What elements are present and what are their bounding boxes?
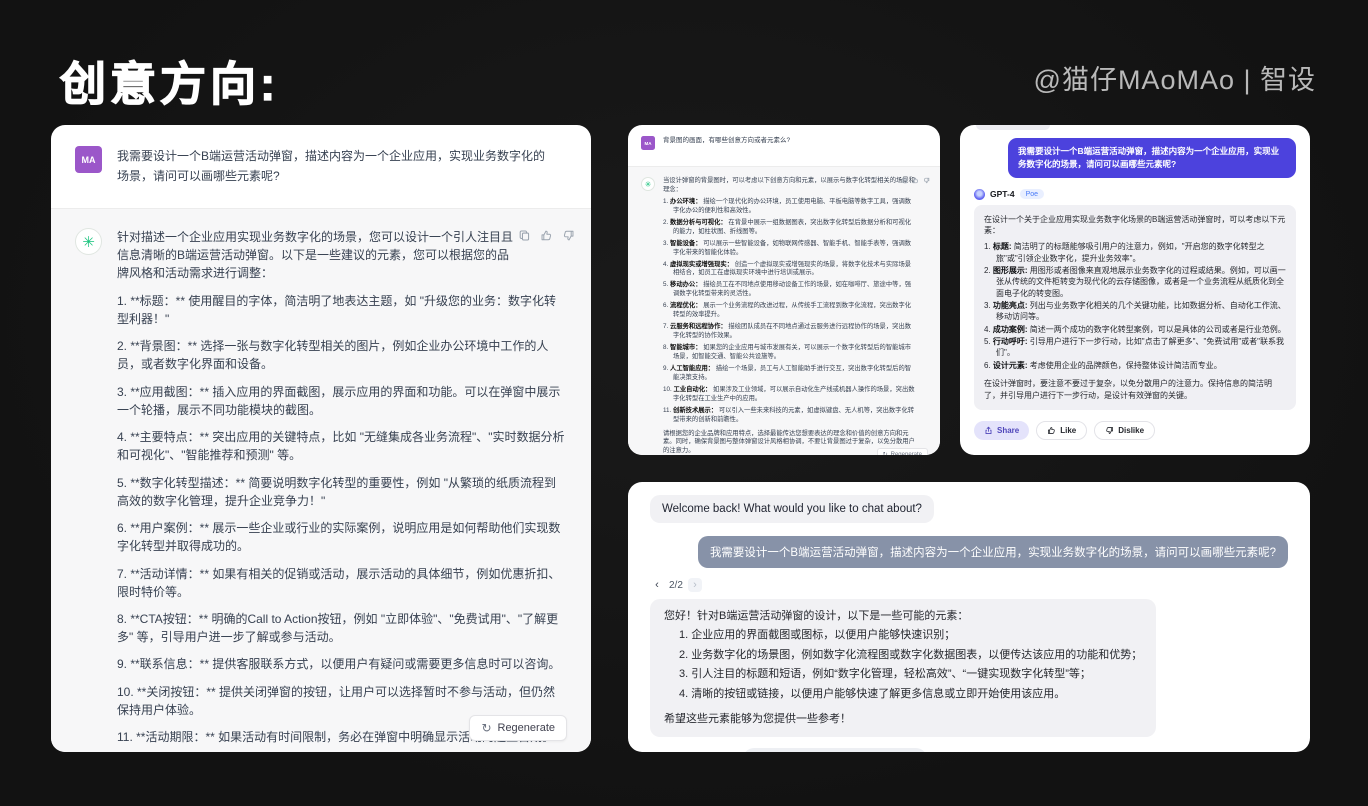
assistant-list-item: 7. 云服务和远程协作： 描绘团队成员在不同地点通过云服务进行远程协作的场景，突… xyxy=(663,323,915,341)
bot-greeting-bubble: Welcome back! What would you like to cha… xyxy=(650,495,934,523)
pagination: ‹ 2/2 › xyxy=(650,578,1288,592)
regenerate-button[interactable]: ↻ Regenerate xyxy=(469,715,567,741)
assistant-intro: 在设计一个关于企业应用实现业务数字化场景的B端运营活动弹窗时，可以考虑以下元素： xyxy=(984,214,1286,237)
user-message-bubble: 我需要设计一个B端运营活动弹窗，描述内容为一个企业应用，实现业务数字化的场景，请… xyxy=(1008,138,1296,178)
assistant-message-bubble: 在设计一个关于企业应用实现业务数字化场景的B端运营活动弹窗时，可以考虑以下元素：… xyxy=(974,205,1296,410)
thumbs-up-icon[interactable] xyxy=(540,229,553,242)
thumbs-down-icon xyxy=(1105,426,1114,435)
message-actions xyxy=(901,177,930,184)
assistant-list-item: 9. **联系信息：** 提供客服联系方式，以便用户有疑问或需要更多信息时可以咨… xyxy=(117,655,567,673)
share-label: Share xyxy=(997,426,1019,435)
refresh-icon: ↻ xyxy=(650,751,661,752)
chatgpt-panel-small: MA 背景图的画面，有哪些创意方向或者元素么? ✳ 当设计弹窗的背景图时，可以考… xyxy=(628,125,940,455)
regenerate-button[interactable]: ↻ Regenerate xyxy=(877,448,928,455)
assistant-list-item: 9. 人工智能应用： 描绘一个场景，员工与人工智能助手进行交互，突出数字化转型后… xyxy=(663,365,915,383)
bot-identity-row: GPT-4 Poe xyxy=(974,189,1296,200)
author-credit: @猫仔MAoMAo | 智设 xyxy=(1034,58,1316,97)
thumbs-up-icon xyxy=(1047,426,1056,435)
bottom-footer: ↻ answer again ⚙ search web and ask GPT-… xyxy=(650,748,1288,752)
assistant-message-row: ✳ 当设计弹窗的背景图时，可以考虑以下创意方向和元素，以展示与数字化转型相关的场… xyxy=(628,166,940,455)
assistant-list-item: 1. **标题：** 使用醒目的字体，简洁明了地表达主题，如 "升级您的业务：数… xyxy=(117,292,567,328)
assistant-list-item: 8. **CTA按钮：** 明确的Call to Action按钮，例如 "立即… xyxy=(117,610,567,646)
prev-page-button[interactable]: ‹ xyxy=(650,578,664,592)
assistant-list-item: 5. **数字化转型描述：** 简要说明数字化转型的重要性，例如 "从繁琐的纸质… xyxy=(117,474,567,510)
gpt4-avatar-icon xyxy=(974,189,985,200)
assistant-list-item: 1. 标题: 简洁明了的标题能够吸引用户的注意力，例如，"开启您的数字化转型之旅… xyxy=(984,241,1286,264)
user-message: 我需要设计一个B端运营活动弹窗，描述内容为一个企业应用，实现业务数字化的场景，请… xyxy=(117,146,547,187)
assistant-message-row: ✳ 针对描述一个企业应用实现业务数字化的场景，您可以设计一个引人注目且信息清晰的… xyxy=(51,208,591,752)
chatgpt-avatar-icon: ✳ xyxy=(75,228,102,255)
poe-badge[interactable]: Poe xyxy=(1020,189,1044,199)
assistant-list-item: 4. **主要特点：** 突出应用的关键特点，比如 "无缝集成各业务流程"、"实… xyxy=(117,428,567,464)
assistant-list-item: 3. 引人注目的标题和短语，例如“数字化管理，轻松高效”、“一键实现数字化转型”… xyxy=(664,667,1142,682)
user-message: 背景图的画面，有哪些创意方向或者元素么? xyxy=(663,136,903,146)
assistant-intro: 针对描述一个企业应用实现业务数字化的场景，您可以设计一个引人注目且信息清晰的B端… xyxy=(117,228,519,283)
next-page-button[interactable]: › xyxy=(688,578,702,592)
page-indicator: 2/2 xyxy=(669,580,683,591)
assistant-list-item: 2. 数据分析与可视化： 在背景中展示一组数据图表，突出数字化转型后数据分析和可… xyxy=(663,219,915,237)
chatgpt-avatar-icon: ✳ xyxy=(641,177,655,191)
message-actions xyxy=(518,229,575,242)
assistant-list-item: 3. **应用截图：** 插入应用的界面截图，展示应用的界面和功能。可以在弹窗中… xyxy=(117,383,567,419)
user-avatar: MA xyxy=(75,146,102,173)
assistant-list-item: 3. 智能设备： 可以展示一些智能设备，如物联网传感器、智能手机、智能手表等，强… xyxy=(663,240,915,258)
user-message-row: MA 我需要设计一个B端运营活动弹窗，描述内容为一个企业应用，实现业务数字化的场… xyxy=(51,125,591,208)
previous-message-fragment xyxy=(976,125,1050,130)
regenerate-icon: ↻ xyxy=(883,451,888,455)
assistant-message: 当设计弹窗的背景图时，可以考虑以下创意方向和元素，以展示与数字化转型相关的场景和… xyxy=(663,177,915,455)
assistant-intro: 当设计弹窗的背景图时，可以考虑以下创意方向和元素，以展示与数字化转型相关的场景和… xyxy=(663,177,915,195)
assistant-list-item: 4. 虚拟现实或增强现实： 创造一个虚拟现实或增强现实的场景，将数字化技术与实际… xyxy=(663,261,915,279)
assistant-list-item: 5. 行动呼吁: 引导用户进行下一步行动，比如"点击了解更多"、"免费试用"或者… xyxy=(984,336,1286,359)
assistant-list-item: 10. 工业自动化： 如果涉及工业领域，可以展示自动化生产线或机器人操作的场景，… xyxy=(663,386,915,404)
assistant-list-item: 6. 设计元素: 考虑使用企业的品牌颜色，保持整体设计简洁而专业。 xyxy=(984,360,1286,371)
like-label: Like xyxy=(1060,426,1076,435)
search-web-pill-button[interactable]: ⚙ search web and ask GPT-4 xyxy=(743,748,927,752)
regenerate-label: Regenerate xyxy=(891,452,922,456)
poe-footer: Share Like Dislike xyxy=(974,421,1296,440)
assistant-list-item: 10. **关闭按钮：** 提供关闭弹窗的按钮，让用户可以选择暂时不参与活动，但… xyxy=(117,683,567,719)
thumbs-up-icon[interactable] xyxy=(912,177,919,184)
dislike-label: Dislike xyxy=(1118,426,1144,435)
assistant-list-item: 8. 智能城市： 如果您的企业应用与城市发展有关，可以展示一个数字化转型后的智能… xyxy=(663,344,915,362)
assistant-list-item: 2. 图形展示: 用图形或者图像来直观地展示业务数字化的过程或结果。例如，可以画… xyxy=(984,265,1286,299)
assistant-closing: 在设计弹窗时，要注意不要过于复杂，以免分散用户的注意力。保持信息的简洁明了，并引… xyxy=(984,378,1286,401)
page-background: 创意方向: @猫仔MAoMAo | 智设 MA 我需要设计一个B端运营活动弹窗，… xyxy=(0,0,1368,806)
assistant-list-item: 4. 清晰的按钮或链接，以便用户能够快速了解更多信息或立即开始使用该应用。 xyxy=(664,687,1142,702)
assistant-list-item: 11. 创新技术展示： 可以引入一些未来科技的元素，如虚拟键盘、无人机等，突出数… xyxy=(663,407,915,425)
regenerate-icon: ↻ xyxy=(481,722,491,734)
thumbs-down-icon[interactable] xyxy=(923,177,930,184)
chatgpt-panel-large: MA 我需要设计一个B端运营活动弹窗，描述内容为一个企业应用，实现业务数字化的场… xyxy=(51,125,591,752)
assistant-list-item: 7. **活动详情：** 如果有相关的促销或活动，展示活动的具体细节，例如优惠折… xyxy=(117,565,567,601)
assistant-message-bubble: 您好！针对B端运营活动弹窗的设计，以下是一些可能的元素： 1. 企业应用的界面截… xyxy=(650,599,1156,737)
assistant-message: 针对描述一个企业应用实现业务数字化的场景，您可以设计一个引人注目且信息清晰的B端… xyxy=(117,228,567,752)
dislike-button[interactable]: Dislike xyxy=(1094,421,1155,440)
like-button[interactable]: Like xyxy=(1036,421,1087,440)
thumbs-down-icon[interactable] xyxy=(562,229,575,242)
assistant-list-item: 2. **背景图：** 选择一张与数字化转型相关的图片，例如企业办公环境中工作的… xyxy=(117,337,567,373)
assistant-list-item: 6. **用户案例：** 展示一些企业或行业的实际案例，说明应用是如何帮助他们实… xyxy=(117,519,567,555)
bot-name: GPT-4 xyxy=(990,189,1015,199)
answer-again-button[interactable]: ↻ answer again xyxy=(650,751,731,752)
user-avatar: MA xyxy=(641,136,655,150)
share-icon xyxy=(984,426,993,435)
assistant-list-item: 1. 企业应用的界面截图或图标，以便用户能够快速识别； xyxy=(664,628,1142,643)
user-message-bubble: 我需要设计一个B端运营活动弹窗，描述内容为一个企业应用，实现业务数字化的场景，请… xyxy=(698,536,1288,568)
assistant-list-item: 5. 移动办公： 描绘员工在不同地点使用移动设备工作的场景，如在咖啡厅、旅途中等… xyxy=(663,281,915,299)
assistant-list-item: 4. 成功案例: 简述一两个成功的数字化转型案例，可以是具体的公司或者是行业范例… xyxy=(984,324,1286,335)
copy-icon[interactable] xyxy=(901,177,908,184)
chat-panel-bottom: Welcome back! What would you like to cha… xyxy=(628,482,1310,752)
share-button[interactable]: Share xyxy=(974,421,1029,440)
assistant-list-item: 3. 功能亮点: 列出与业务数字化相关的几个关键功能，比如数据分析、自动化工作流… xyxy=(984,300,1286,323)
assistant-closing: 希望这些元素能够为您提供一些参考！ xyxy=(664,712,1142,727)
assistant-intro: 您好！针对B端运营活动弹窗的设计，以下是一些可能的元素： xyxy=(664,609,1142,624)
poe-panel: 我需要设计一个B端运营活动弹窗，描述内容为一个企业应用，实现业务数字化的场景，请… xyxy=(960,125,1310,455)
assistant-list-item: 2. 业务数字化的场景图，例如数字化流程图或数字化数据图表，以便传达该应用的功能… xyxy=(664,648,1142,663)
page-title: 创意方向: xyxy=(60,48,279,114)
regenerate-label: Regenerate xyxy=(498,722,556,734)
assistant-list-item: 1. 办公环境： 描绘一个现代化的办公环境，员工使用电脑、平板电脑等数字工具，强… xyxy=(663,198,915,216)
user-message-row: MA 背景图的画面，有哪些创意方向或者元素么? xyxy=(628,125,940,166)
assistant-list-item: 6. 流程优化： 展示一个业务流程的改进过程，从传统手工流程到数字化流程，突出数… xyxy=(663,302,915,320)
copy-icon[interactable] xyxy=(518,229,531,242)
